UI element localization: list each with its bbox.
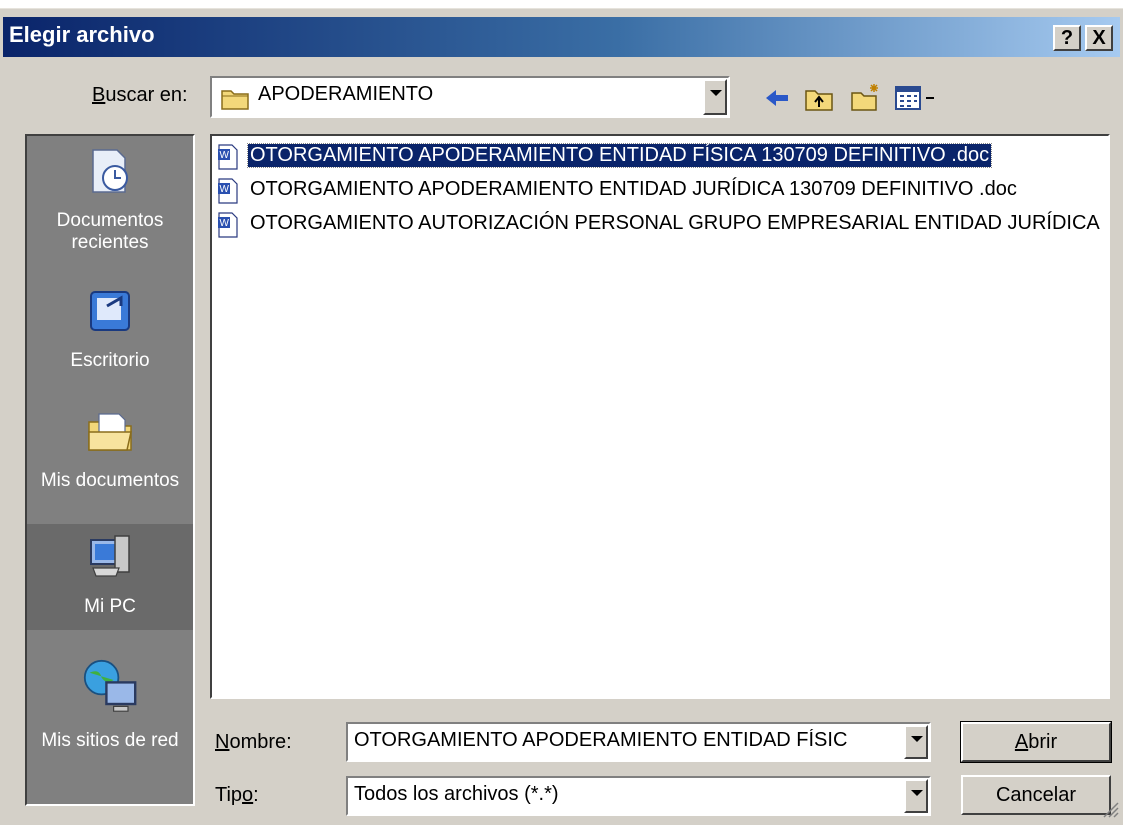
network-places-icon — [83, 659, 137, 712]
filetype-dropdown-button[interactable] — [904, 779, 928, 813]
back-icon[interactable] — [760, 81, 794, 115]
resize-grip-icon[interactable] — [1100, 799, 1120, 819]
look-in-label-rest: uscar en: — [105, 84, 188, 106]
look-in-combo[interactable]: APODERAMIENTO — [210, 76, 730, 118]
places-bar: Documentos recientes Escritorio Mis docu… — [25, 134, 195, 806]
word-document-icon: W — [218, 212, 238, 238]
cancel-button[interactable]: Cancelar — [961, 775, 1111, 815]
place-network[interactable]: Mis sitios de red — [27, 656, 193, 752]
word-document-icon: W — [218, 178, 238, 204]
filename-label: Nombre: — [215, 731, 292, 753]
my-computer-icon — [90, 535, 130, 577]
filetype-select[interactable]: Todos los archivos (*.*) — [346, 776, 931, 816]
svg-text:W: W — [220, 150, 230, 161]
recent-documents-icon — [92, 149, 128, 193]
view-menu-icon[interactable] — [892, 81, 942, 115]
dialog-title: Elegir archivo — [9, 22, 155, 47]
filetype-label: Tipo: — [215, 784, 259, 806]
file-list[interactable]: W OTORGAMIENTO APODERAMIENTO ENTIDAD FÍS… — [210, 134, 1110, 699]
new-folder-icon[interactable] — [848, 81, 882, 115]
place-label: Documentos recientes — [56, 210, 164, 253]
look-in-dropdown-button[interactable] — [703, 79, 727, 115]
place-label: Mis sitios de red — [41, 730, 179, 751]
file-name: OTORGAMIENTO APODERAMIENTO ENTIDAD JURÍD… — [250, 178, 1017, 200]
word-document-icon: W — [218, 144, 238, 170]
place-recent-documents[interactable]: Documentos recientes — [27, 146, 193, 254]
open-file-dialog: Elegir archivo ? X Buscar en: APODERAMIE… — [0, 8, 1123, 825]
filename-dropdown-button[interactable] — [904, 725, 928, 759]
place-my-documents[interactable]: Mis documentos — [27, 406, 193, 492]
title-bar[interactable]: Elegir archivo ? X — [3, 17, 1120, 57]
help-button[interactable]: ? — [1053, 25, 1081, 51]
place-label: Mis documentos — [40, 470, 180, 491]
place-label: Mi PC — [84, 596, 136, 617]
my-documents-icon — [88, 413, 132, 451]
file-name: OTORGAMIENTO APODERAMIENTO ENTIDAD FÍSIC… — [246, 143, 993, 168]
svg-text:W: W — [220, 218, 230, 229]
look-in-label: Buscar en: — [92, 84, 188, 106]
open-button[interactable]: Abrir — [960, 721, 1112, 763]
place-label: Escritorio — [70, 350, 150, 371]
folder-icon — [221, 90, 249, 110]
look-in-value: APODERAMIENTO — [258, 83, 434, 105]
filename-label-rest: ombre: — [229, 731, 292, 753]
place-my-computer[interactable]: Mi PC — [27, 524, 193, 630]
file-name: OTORGAMIENTO AUTORIZACIÓN PERSONAL GRUPO… — [250, 212, 1100, 234]
filetype-value: Todos los archivos (*.*) — [354, 783, 559, 805]
desktop-icon — [90, 291, 130, 331]
filename-input[interactable]: OTORGAMIENTO APODERAMIENTO ENTIDAD FÍSIC — [346, 722, 931, 762]
up-folder-icon[interactable] — [802, 81, 836, 115]
filename-value: OTORGAMIENTO APODERAMIENTO ENTIDAD FÍSIC — [354, 729, 848, 751]
svg-text:W: W — [220, 184, 230, 195]
close-button[interactable]: X — [1085, 25, 1113, 51]
place-desktop[interactable]: Escritorio — [27, 286, 193, 372]
open-button-rest: brir — [1028, 731, 1058, 753]
